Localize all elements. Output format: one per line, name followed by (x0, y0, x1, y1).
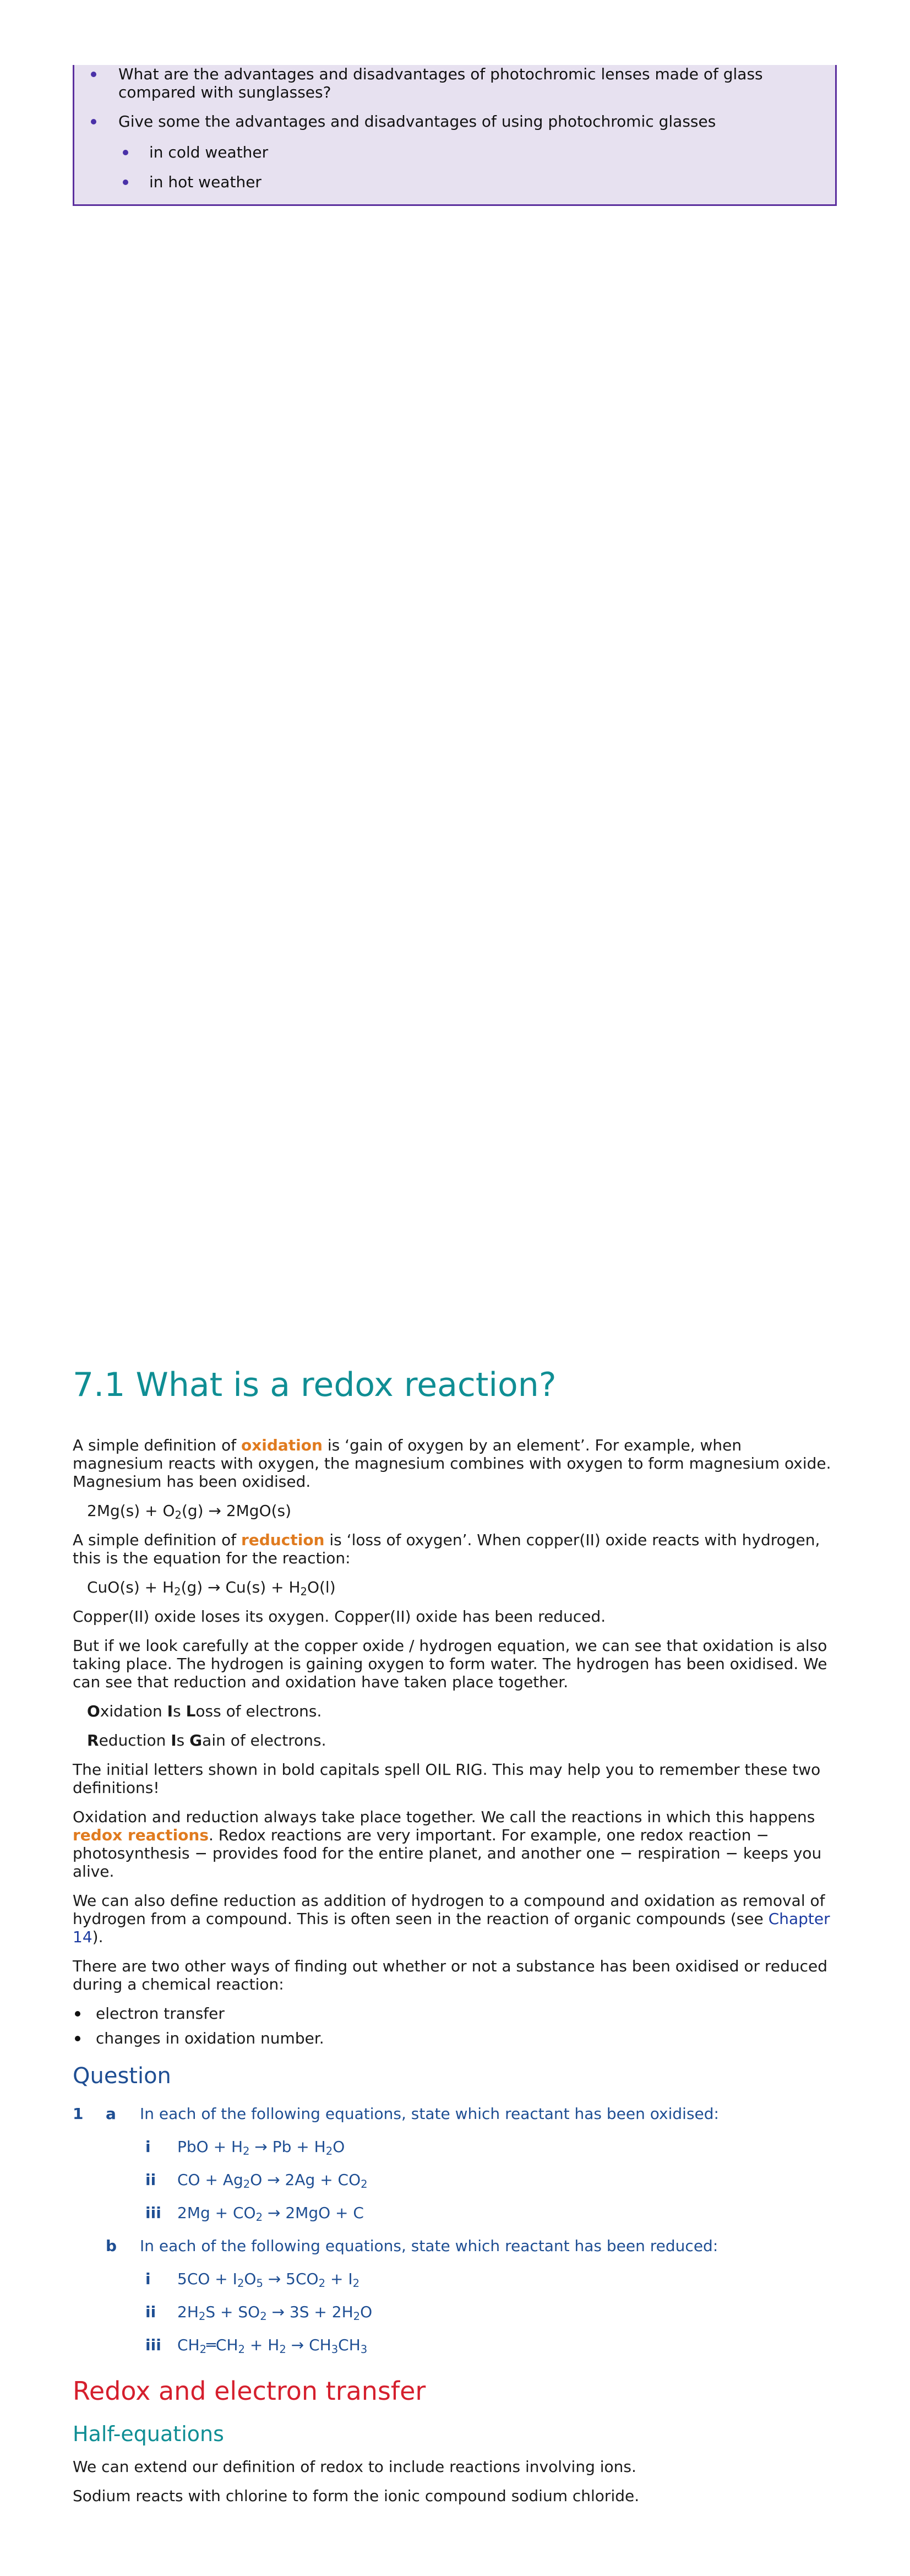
question-part-text: In each of the following equations, stat… (140, 2105, 719, 2123)
paragraph-sodium-chlorine: Sodium reacts with chlorine to form the … (73, 2487, 640, 2505)
question-item: i 5CO + I2O5 → 5CO2 + I2 (73, 2270, 837, 2290)
bullet-icon (91, 119, 96, 124)
equation-magnesium: 2Mg(s) + O2(g) → 2MgO(s) (87, 1502, 292, 1521)
question-roman: iii (145, 2204, 161, 2222)
box-item: Give some the advantages and disadvantag… (118, 112, 716, 131)
question-part-letter: a (106, 2105, 116, 2123)
box-subitem: in cold weather (149, 143, 269, 161)
box-subitem: in hot weather (149, 173, 261, 191)
bullet-icon (91, 72, 96, 77)
question-1b: b In each of the following equations, st… (73, 2237, 837, 2255)
box-item: What are the advantages and disadvantage… (118, 65, 763, 101)
question-item: iii CH2═CH2 + H2 → CH3CH3 (73, 2336, 837, 2356)
paragraph-redox-together: But if we look carefully at the copper o… (73, 1637, 827, 1691)
bullet-icon (123, 150, 128, 155)
paragraph-other-ways: There are two other ways of finding out … (73, 1957, 828, 1993)
question-item: ii CO + Ag2O → 2Ag + CO2 (73, 2171, 837, 2189)
question-item: iii 2Mg + CO2 → 2MgO + C (73, 2204, 837, 2222)
question-equation: 2Mg + CO2 → 2MgO + C (177, 2204, 364, 2224)
paragraph-copper-reduced: Copper(II) oxide loses its oxygen. Coppe… (73, 1607, 606, 1626)
keyword-reduction: reduction (241, 1531, 325, 1549)
question-equation: 2H2S + SO2 → 3S + 2H2O (177, 2303, 373, 2323)
paragraph-oil-rig: The initial letters shown in bold capita… (73, 1760, 821, 1797)
list-item: changes in oxidation number. (73, 2029, 837, 2047)
paragraph-oxidation: A simple definition of oxidation is ‘gai… (73, 1436, 831, 1491)
question-equation: 5CO + I2O5 → 5CO2 + I2 (177, 2270, 360, 2290)
question-roman: iii (145, 2336, 161, 2354)
question-item: ii 2H2S + SO2 → 3S + 2H2O (73, 2303, 837, 2323)
paragraph-hydrogen: We can also define reduction as addition… (73, 1892, 830, 1946)
redox-electron-heading: Redox and electron transfer (73, 2376, 426, 2406)
question-heading: Question (73, 2063, 171, 2089)
question-roman: i (145, 2270, 151, 2288)
paragraph-extend-definition: We can extend our definition of redox to… (73, 2458, 636, 2476)
question-1a: 1 a In each of the following equations, … (73, 2105, 837, 2123)
mnemonic-rig: Reduction Is Gain of electrons. (87, 1731, 326, 1749)
section-content: 7.1 What is a redox reaction? A simple d… (73, 1366, 837, 2516)
keyword-redox-reactions: redox reactions (73, 1826, 209, 1844)
question-part-text: In each of the following equations, stat… (140, 2237, 718, 2255)
question-equation: CH2═CH2 + H2 → CH3CH3 (177, 2336, 368, 2356)
ways-list: electron transfer changes in oxidation n… (73, 2004, 837, 2047)
question-item: i PbO + H2 → Pb + H2O (73, 2138, 837, 2156)
question-roman: i (145, 2138, 151, 2156)
list-item: electron transfer (73, 2004, 837, 2023)
question-equation: CO + Ag2O → 2Ag + CO2 (177, 2171, 368, 2191)
question-part-letter: b (106, 2237, 117, 2255)
question-roman: ii (145, 2171, 156, 2189)
half-equations-heading: Half-equations (73, 2422, 224, 2446)
keyword-oxidation: oxidation (241, 1436, 323, 1454)
paragraph-reduction: A simple definition of reduction is ‘los… (73, 1531, 820, 1567)
section-title: 7.1 What is a redox reaction? (73, 1366, 557, 1404)
question-equation: PbO + H2 → Pb + H2O (177, 2138, 345, 2157)
bullet-icon (123, 180, 128, 185)
mnemonic-oil: Oxidation Is Loss of electrons. (87, 1702, 322, 1720)
question-box: What are the advantages and disadvantage… (73, 65, 837, 206)
question-roman: ii (145, 2303, 156, 2321)
question-number: 1 (73, 2105, 84, 2123)
paragraph-redox-reactions: Oxidation and reduction always take plac… (73, 1808, 822, 1881)
equation-copper-oxide: CuO(s) + H2(g) → Cu(s) + H2O(l) (87, 1578, 336, 1598)
